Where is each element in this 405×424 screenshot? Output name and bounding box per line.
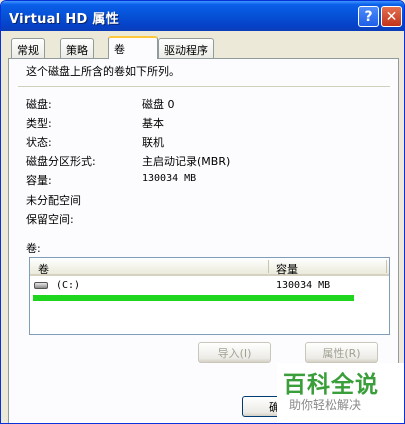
disk-label: 磁盘:: [26, 98, 52, 111]
type-value: 基本: [142, 117, 164, 130]
window-title: Virtual HD 属性: [9, 12, 120, 27]
volumes-list[interactable]: 卷 容量 (C:) 130034 MB: [29, 257, 390, 335]
volumes-label: 卷:: [26, 242, 41, 255]
title-bar[interactable]: Virtual HD 属性 ? ✕: [1, 1, 404, 31]
column-separator[interactable]: [268, 260, 269, 273]
unallocated-space-label: 未分配空间: [26, 194, 81, 207]
partition-style-label: 磁盘分区形式:: [26, 155, 96, 168]
watermark-title: 百科全说: [283, 372, 379, 398]
close-button[interactable]: ✕: [381, 6, 402, 27]
tab-driver[interactable]: 驱动程序: [158, 38, 214, 58]
capacity-value: 130034 MB: [142, 173, 197, 184]
capacity-label: 容量:: [26, 174, 52, 187]
properties-dialog: Virtual HD 属性 ? ✕ 常规 策略 卷 驱动程序 这个磁盘上所含的卷…: [0, 0, 405, 424]
type-label: 类型:: [26, 117, 52, 130]
highlight-mark: [33, 295, 354, 301]
column-separator[interactable]: [386, 260, 387, 273]
list-item[interactable]: (C:) 130034 MB: [30, 277, 389, 294]
disk-value: 磁盘 0: [142, 98, 175, 111]
watermark: 百科全说 助你轻松解决: [277, 363, 404, 423]
volume-name: (C:): [56, 280, 81, 291]
volumes-description: 这个磁盘上所含的卷如下所列。: [26, 65, 180, 78]
tab-general[interactable]: 常规: [11, 38, 45, 58]
column-capacity[interactable]: 容量: [276, 261, 298, 277]
tab-policies[interactable]: 策略: [60, 38, 94, 58]
help-button[interactable]: ?: [358, 6, 379, 27]
watermark-subtitle: 助你轻松解决: [289, 398, 362, 412]
column-volume[interactable]: 卷: [38, 261, 49, 277]
status-label: 状态:: [26, 136, 52, 149]
properties-button[interactable]: 属性(R): [305, 342, 378, 363]
drive-icon: [34, 282, 48, 289]
tab-volumes[interactable]: 卷: [108, 36, 158, 59]
partition-style-value: 主启动记录(MBR): [142, 155, 231, 168]
volume-capacity: 130034 MB: [276, 280, 331, 291]
status-value: 联机: [142, 136, 164, 149]
divider: [18, 86, 390, 87]
list-header: 卷 容量: [30, 258, 389, 276]
reserved-space-label: 保留空间:: [26, 213, 74, 226]
import-button[interactable]: 导入(I): [198, 342, 271, 363]
